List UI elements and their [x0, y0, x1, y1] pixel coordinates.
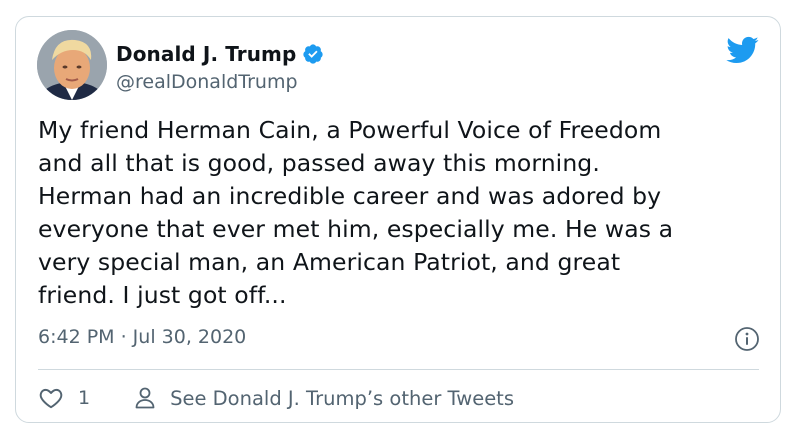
info-icon[interactable]	[734, 326, 760, 352]
tweet-card[interactable]: Donald J. Trump @realDonaldTrump My frie…	[15, 16, 781, 423]
see-other-tweets-link[interactable]: See Donald J. Trump’s other Tweets	[134, 386, 514, 410]
twitter-bird-icon[interactable]	[725, 35, 759, 65]
see-other-tweets-label: See Donald J. Trump’s other Tweets	[170, 386, 514, 410]
tweet-actions: 1 See Donald J. Trump’s other Tweets	[38, 383, 514, 413]
display-name[interactable]: Donald J. Trump	[116, 42, 296, 66]
person-icon	[134, 386, 156, 410]
like-count: 1	[78, 387, 91, 409]
avatar[interactable]	[37, 30, 107, 100]
tweet-text: My friend Herman Cain, a Powerful Voice …	[38, 116, 674, 309]
user-handle[interactable]: @realDonaldTrump	[116, 71, 298, 93]
divider	[38, 369, 759, 370]
heart-icon	[38, 385, 64, 411]
like-button[interactable]: 1	[38, 385, 90, 411]
tweet-timestamp[interactable]: 6:42 PM · Jul 30, 2020	[38, 326, 246, 348]
verified-badge-icon	[302, 43, 324, 65]
